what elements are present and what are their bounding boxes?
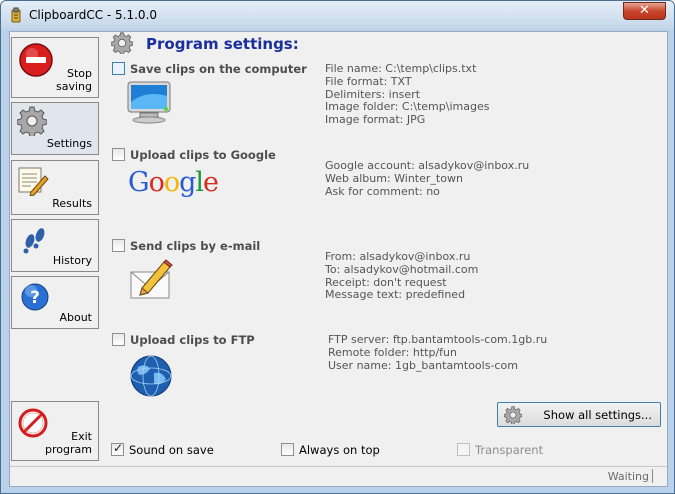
google-logo: Google <box>128 167 219 198</box>
settings-heading-icon <box>111 32 133 54</box>
no-entry-icon <box>18 408 48 438</box>
save-on-computer-option[interactable]: Save clips on the computer <box>112 62 307 76</box>
help-icon: ? <box>21 283 49 311</box>
send-email-label: Send clips by e-mail <box>130 239 261 253</box>
transparent-checkbox <box>457 443 470 456</box>
exit-label-2: program <box>45 443 92 456</box>
email-settings-info: From: alsadykov@inbox.ru To: alsadykov@h… <box>325 250 479 302</box>
app-window: ClipboardCC - 5.1.0.0 ✕ Stop saving Sett… <box>0 0 675 494</box>
stop-sign-icon <box>19 43 53 77</box>
about-label: About <box>59 311 92 324</box>
footprints-icon <box>23 228 45 254</box>
always-on-top-option[interactable]: Always on top <box>281 443 380 457</box>
send-email-checkbox[interactable] <box>112 239 125 252</box>
info-line: Google account: alsadykov@inbox.ru <box>325 159 530 172</box>
upload-google-label: Upload clips to Google <box>130 148 276 162</box>
show-all-settings-button[interactable]: Show all settings... <box>497 402 661 427</box>
sidebar-item-settings[interactable]: Settings <box>11 102 99 155</box>
settings-label: Settings <box>46 137 92 150</box>
sound-on-save-option[interactable]: Sound on save <box>111 441 214 457</box>
history-label: History <box>52 254 92 267</box>
save-on-computer-label: Save clips on the computer <box>130 62 307 76</box>
info-line: Message text: predefined <box>325 288 466 302</box>
close-button[interactable]: ✕ <box>623 2 666 20</box>
status-bar: Waiting <box>10 466 667 486</box>
upload-ftp-option[interactable]: Upload clips to FTP <box>112 333 255 347</box>
info-line: Ask for comment: no <box>325 184 440 198</box>
sidebar-item-results[interactable]: Results <box>11 160 99 215</box>
google-settings-info: Google account: alsadykov@inbox.ru Web a… <box>325 159 530 198</box>
info-line: From: alsadykov@inbox.ru <box>325 250 471 263</box>
results-label: Results <box>52 197 92 210</box>
info-line: User name: 1gb_bantamtools-com <box>328 358 518 372</box>
send-email-option[interactable]: Send clips by e-mail <box>112 239 260 253</box>
info-line: Image format: JPG <box>325 113 426 127</box>
show-all-settings-label: Show all settings... <box>543 408 652 422</box>
info-line: To: alsadykov@hotmail.com <box>325 262 479 276</box>
computer-settings-info: File name: C:\temp\clips.txt File format… <box>325 62 489 127</box>
info-line: File name: C:\temp\clips.txt <box>325 62 477 75</box>
window-title: ClipboardCC - 5.1.0.0 <box>29 8 158 22</box>
transparent-option: Transparent <box>457 443 543 457</box>
sound-on-save-checkbox[interactable] <box>111 441 124 456</box>
status-divider <box>652 469 653 483</box>
stop-label-2: saving <box>56 80 92 93</box>
app-icon <box>11 7 21 23</box>
upload-ftp-label: Upload clips to FTP <box>130 333 255 347</box>
exit-label-1: Exit <box>71 430 92 443</box>
sound-on-save-label: Sound on save <box>129 443 214 457</box>
sidebar-item-history[interactable]: History <box>11 219 99 272</box>
info-line: FTP server: ftp.bantamtools-com.1gb.ru <box>328 333 548 346</box>
envelope-pencil-icon <box>130 259 173 299</box>
svg-text:?: ? <box>30 288 40 308</box>
page-title: Program settings: <box>146 35 299 53</box>
info-line: Remote folder: http/fun <box>328 345 457 359</box>
info-line: File format: TXT <box>325 74 412 88</box>
upload-ftp-checkbox[interactable] <box>112 333 125 346</box>
save-on-computer-checkbox[interactable] <box>112 62 125 75</box>
upload-google-option[interactable]: Upload clips to Google <box>112 148 276 162</box>
sidebar-item-about[interactable]: ? About <box>11 276 99 329</box>
stop-label-1: Stop <box>66 67 92 80</box>
stop-saving-button[interactable]: Stop saving <box>11 37 99 98</box>
upload-google-checkbox[interactable] <box>112 148 125 161</box>
always-on-top-label: Always on top <box>299 443 380 457</box>
gear-icon <box>17 106 47 136</box>
monitor-icon <box>127 81 171 124</box>
main-panel: Stop saving Settings Results History ? A… <box>9 31 668 487</box>
gear-icon <box>504 406 522 424</box>
status-text: Waiting <box>607 470 649 483</box>
globe-icon <box>130 355 172 397</box>
ftp-settings-info: FTP server: ftp.bantamtools-com.1gb.ru R… <box>328 333 548 372</box>
transparent-label: Transparent <box>475 443 544 457</box>
notepad-pencil-icon <box>18 167 49 196</box>
info-line: Web album: Winter_town <box>325 171 463 185</box>
always-on-top-checkbox[interactable] <box>281 443 294 456</box>
exit-program-button[interactable]: Exit program <box>11 401 99 461</box>
title-bar[interactable]: ClipboardCC - 5.1.0.0 ✕ <box>1 1 674 29</box>
